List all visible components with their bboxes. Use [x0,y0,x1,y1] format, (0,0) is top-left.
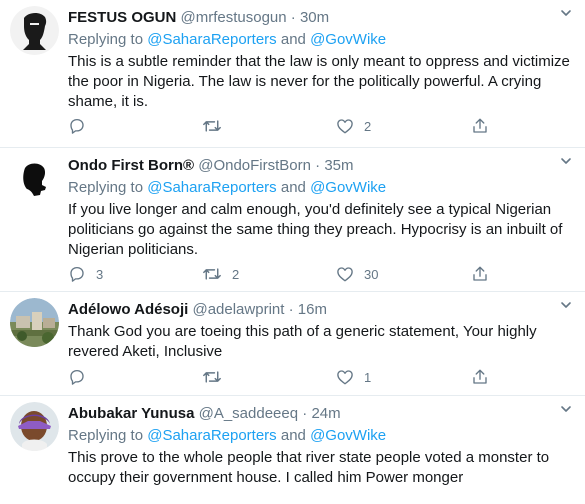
mention-link[interactable]: @SaharaReporters [147,179,276,196]
like-count: 2 [364,118,372,134]
display-name[interactable]: FESTUS OGUN [68,9,176,26]
tweet-header: Abubakar Yunusa @A_saddeeeq · 24m [68,404,575,424]
retweet-count: 2 [232,266,240,282]
retweet-icon [203,371,221,383]
replying-to: Replying to @SaharaReporters and @GovWik… [68,426,575,446]
avatar[interactable] [10,6,59,55]
chevron-down-icon[interactable] [559,402,573,421]
separator-dot: · [288,301,294,318]
tweet[interactable]: Ondo First Born® @OndoFirstBorn · 35m Re… [0,148,585,292]
reply-count: 3 [96,266,104,282]
user-handle[interactable]: @OndoFirstBorn [198,157,311,174]
share-icon [473,266,487,281]
reply-button[interactable] [68,116,96,136]
replying-to: Replying to @SaharaReporters and @GovWik… [68,30,575,50]
mention-link[interactable]: @GovWike [310,427,386,444]
user-handle[interactable]: @mrfestusogun [181,9,287,26]
share-button[interactable] [471,116,489,136]
replying-to-and: and [280,427,306,444]
separator-dot: · [315,157,321,174]
like-button[interactable]: 30 [336,264,378,284]
tweet-text: If you live longer and calm enough, you'… [68,201,563,258]
like-button[interactable]: 1 [336,367,371,387]
user-handle[interactable]: @adelawprint [192,301,284,318]
avatar[interactable] [10,298,59,347]
avatar[interactable] [10,402,59,451]
replying-to-label: Replying to [68,31,144,48]
timestamp[interactable]: 30m [300,9,329,26]
timestamp[interactable]: 16m [298,301,327,318]
heart-icon [337,119,353,134]
timestamp[interactable]: 35m [324,157,353,174]
timestamp[interactable]: 24m [311,405,340,422]
tweet-actions: 2 [68,116,488,136]
tweet-text: This is a subtle reminder that the law i… [68,53,570,110]
retweet-button[interactable] [202,367,232,387]
user-handle[interactable]: @A_saddeeeq [199,405,298,422]
tweet-text: This prove to the whole people that rive… [68,449,550,486]
reply-icon [70,266,84,282]
reply-button[interactable]: 3 [68,264,103,284]
like-button[interactable]: 2 [336,116,371,136]
tweet-text: Thank God you are toeing this path of a … [68,323,537,360]
reply-icon [70,369,84,385]
mention-link[interactable]: @SaharaReporters [147,31,276,48]
replying-to-and: and [280,179,306,196]
display-name[interactable]: Adélowo Adésoji [68,301,188,318]
heart-icon [337,370,353,385]
replying-to: Replying to @SaharaReporters and @GovWik… [68,178,575,198]
share-icon [473,369,487,384]
display-name[interactable]: Ondo First Born® [68,157,194,174]
mention-link[interactable]: @GovWike [310,31,386,48]
tweet-header: Ondo First Born® @OndoFirstBorn · 35m [68,156,575,176]
tweet[interactable]: FESTUS OGUN @mrfestusogun · 30m Replying… [0,0,585,148]
chevron-down-icon[interactable] [559,6,573,25]
mention-link[interactable]: @SaharaReporters [147,427,276,444]
like-count: 30 [364,266,379,282]
separator-dot: · [290,9,296,26]
replying-to-and: and [280,31,306,48]
tweet[interactable]: Abubakar Yunusa @A_saddeeeq · 24m Replyi… [0,396,585,504]
share-icon [473,118,487,133]
replying-to-label: Replying to [68,427,144,444]
avatar[interactable] [10,154,59,203]
separator-dot: · [302,405,308,422]
retweet-button[interactable] [202,116,232,136]
tweet-actions: 1 [68,367,488,387]
share-button[interactable] [471,367,489,387]
chevron-down-icon[interactable] [559,298,573,317]
retweet-icon [203,268,221,280]
chevron-down-icon[interactable] [559,154,573,173]
reply-button[interactable] [68,367,96,387]
mention-link[interactable]: @GovWike [310,179,386,196]
retweet-icon [203,120,221,132]
tweet-actions: 3 2 30 [68,264,488,284]
display-name[interactable]: Abubakar Yunusa [68,405,194,422]
tweet-header: Adélowo Adésoji @adelawprint · 16m [68,300,575,320]
replying-to-label: Replying to [68,179,144,196]
tweet-header: FESTUS OGUN @mrfestusogun · 30m [68,8,575,28]
share-button[interactable] [471,264,489,284]
retweet-button[interactable]: 2 [202,264,239,284]
tweet[interactable]: Adélowo Adésoji @adelawprint · 16m Thank… [0,292,585,396]
heart-icon [337,267,353,282]
like-count: 1 [364,369,372,385]
reply-icon [70,118,84,134]
